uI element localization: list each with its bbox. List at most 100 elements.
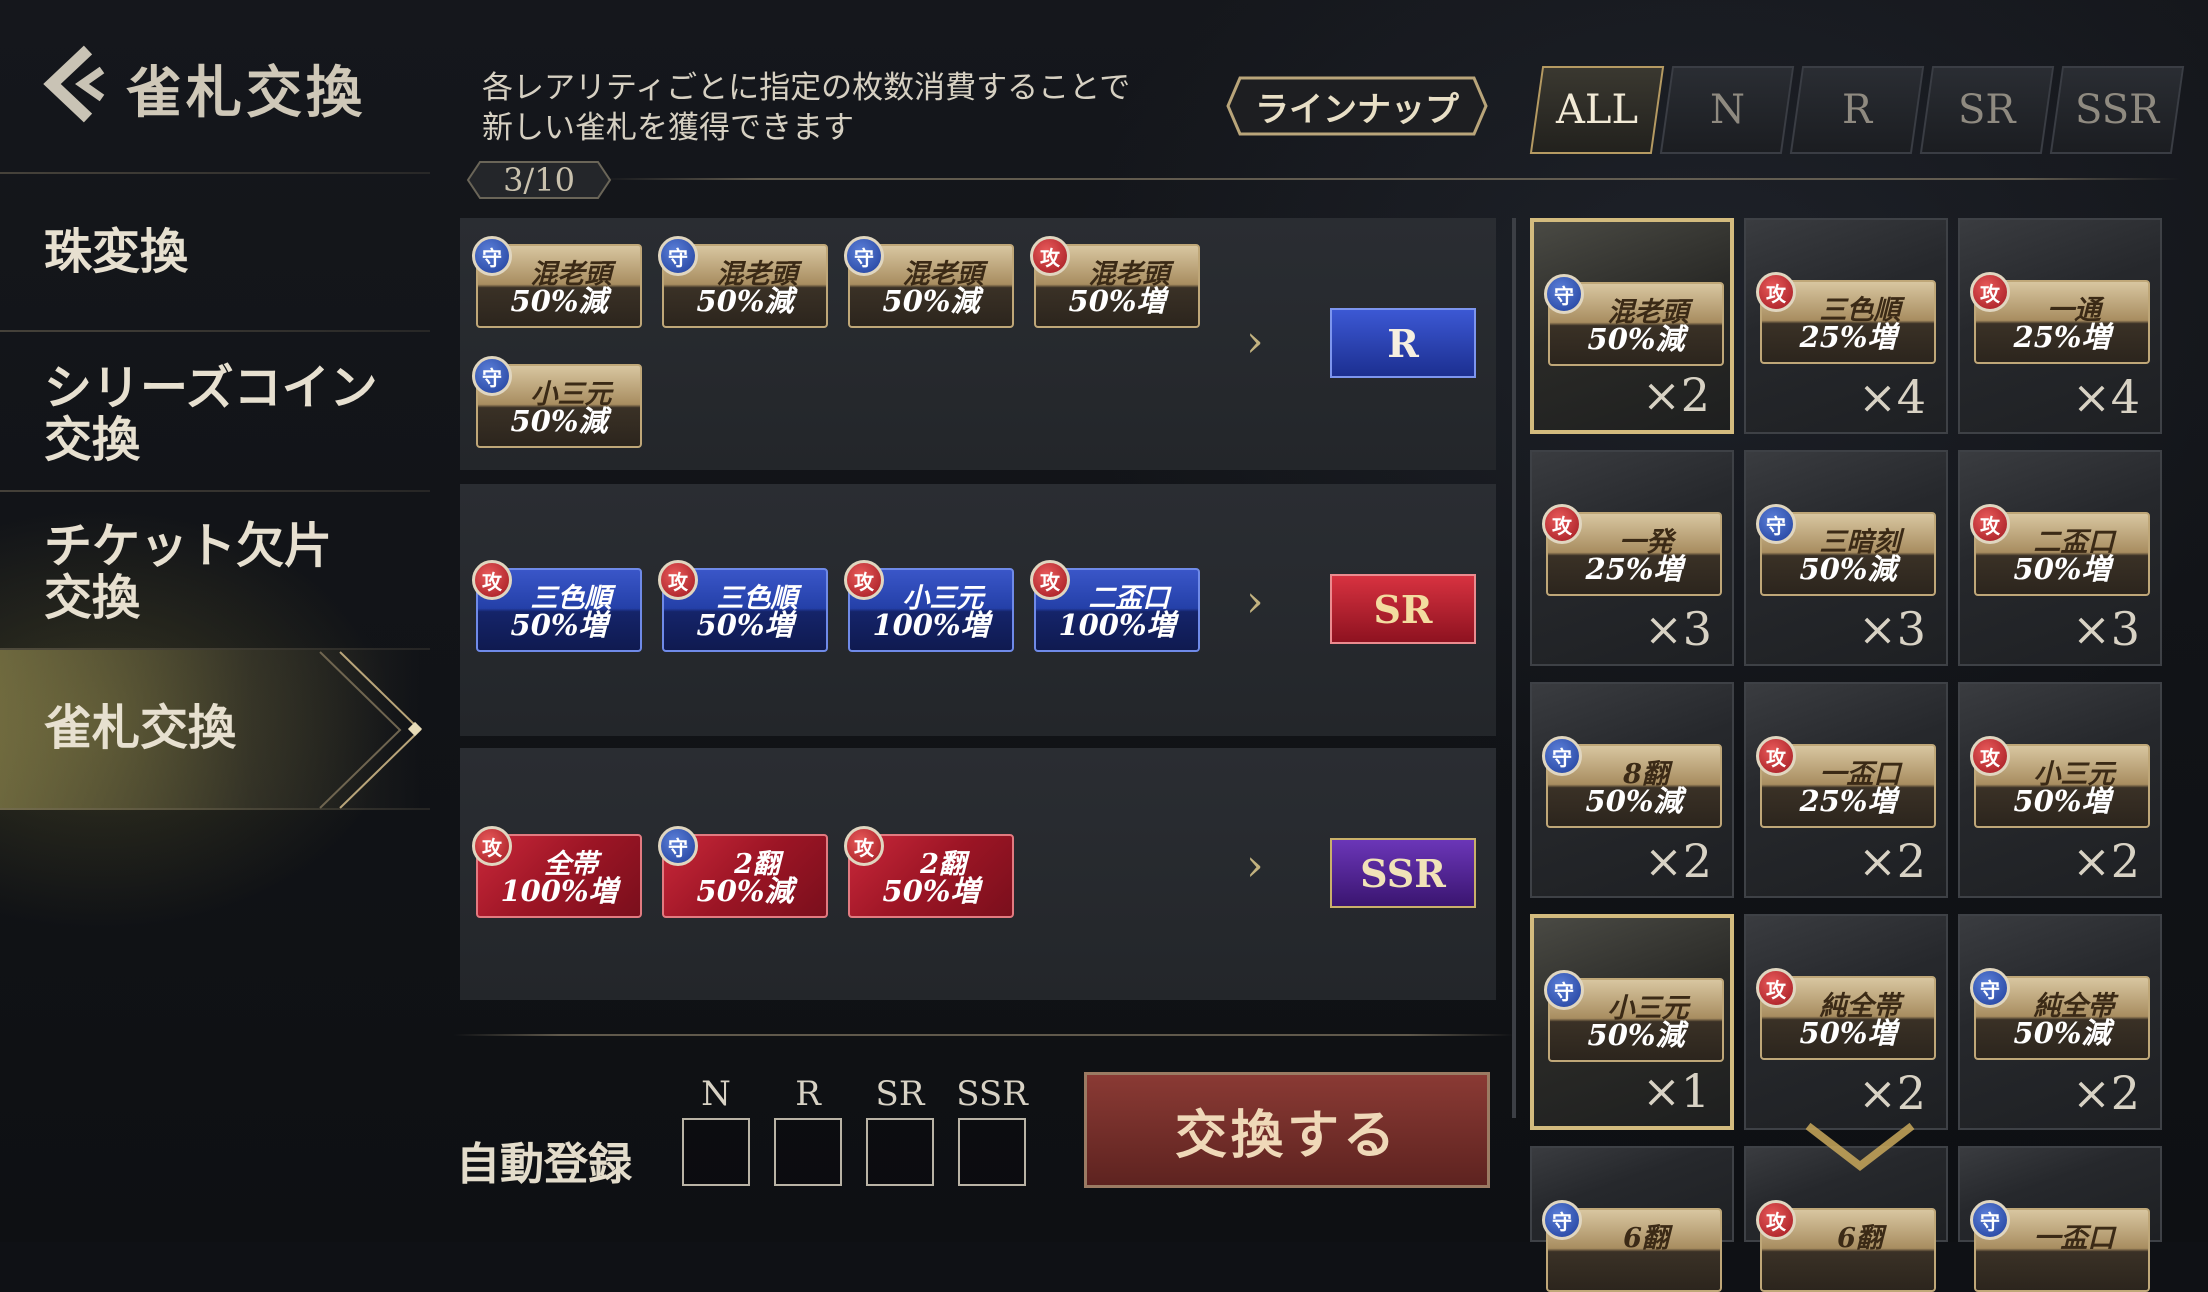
card-chip: 守純全帯 50%減 — [1970, 968, 2150, 1060]
sidebar-item-label: チケット欠片 交換 — [44, 518, 333, 626]
inventory-card[interactable]: 守三暗刻 50%減 ×3 — [1744, 450, 1948, 666]
card-chip: 攻 6翻 — [1756, 1200, 1936, 1292]
exchange-button[interactable]: 交換する — [1084, 1072, 1490, 1188]
back-arrow-icon[interactable] — [40, 44, 110, 124]
card-count: ×4 — [1858, 370, 1926, 424]
inventory-card[interactable]: 守純全帯 50%減 ×2 — [1958, 914, 2162, 1130]
reward-rarity-sr: SR — [1330, 574, 1476, 644]
card-count: ×2 — [1644, 834, 1712, 888]
active-item-ornament — [319, 651, 423, 809]
card-chip: 攻二盃口 50%増 — [1970, 504, 2150, 596]
tab-all[interactable]: ALL — [1529, 66, 1665, 154]
sidebar-divider — [0, 330, 430, 332]
inventory-card[interactable]: 攻一通 25%増 ×4 — [1958, 218, 2162, 434]
scroll-down-chevron-icon[interactable] — [1800, 1118, 1920, 1178]
material-card: 攻全帯 100%増 — [472, 826, 642, 918]
sidebar-item-ticket-fragment-exchange[interactable]: チケット欠片 交換 — [0, 520, 430, 624]
card-count: ×3 — [1858, 602, 1926, 656]
inventory-card[interactable]: 攻純全帯 50%増 ×2 — [1744, 914, 1948, 1130]
card-chip: 攻一発 25%増 — [1542, 504, 1722, 596]
tab-r[interactable]: R — [1789, 66, 1925, 154]
exchange-row-r[interactable]: 守混老頭 50%減 守混老頭 50%減 守混老頭 50%減 攻混老頭 50%増 守小三元… — [460, 218, 1496, 470]
chevron-right-icon: › — [1246, 316, 1264, 367]
card-effect: 100%増 — [872, 608, 990, 642]
inventory-card[interactable]: 攻小三元 50%増 ×2 — [1958, 682, 2162, 898]
inventory-card[interactable]: 攻三色順 25%増 ×4 — [1744, 218, 1948, 434]
chevron-right-icon: › — [1246, 576, 1264, 627]
tab-n[interactable]: N — [1659, 66, 1795, 154]
card-effect: 50%減 — [696, 874, 794, 908]
card-chip: 守小三元 50%減 — [1544, 970, 1724, 1062]
card-chip: 攻純全帯 50%増 — [1756, 968, 1936, 1060]
material-card: 攻 2翻 50%増 — [844, 826, 1014, 918]
sidebar-divider — [0, 490, 430, 492]
bottom-divider — [454, 1034, 1514, 1036]
card-effect: 50%減 — [1587, 1018, 1685, 1052]
auto-register-r-label: R — [795, 1074, 821, 1114]
sidebar-item-orb-exchange[interactable]: 珠変換 — [0, 226, 430, 278]
material-card: 守混老頭 50%減 — [472, 236, 642, 328]
auto-register-sr-label: SR — [875, 1074, 925, 1114]
card-effect: 50%増 — [1068, 284, 1166, 318]
inventory-card[interactable]: 攻一発 25%増 ×3 — [1530, 450, 1734, 666]
material-card: 攻二盃口 100%増 — [1030, 560, 1200, 652]
card-effect: 50%減 — [1799, 552, 1897, 586]
card-effect: 50%減 — [1585, 784, 1683, 818]
auto-register-n-checkbox[interactable] — [682, 1118, 750, 1186]
auto-register-ssr-checkbox[interactable] — [958, 1118, 1026, 1186]
tab-n-label: N — [1709, 87, 1745, 133]
card-name: 一盃口 — [2033, 1223, 2115, 1254]
sidebar-item-label: 雀札交換 — [44, 700, 237, 756]
card-count: ×1 — [1642, 1064, 1710, 1118]
description: 各レアリティごとに指定の枚数消費することで 新しい雀札を獲得できます — [482, 68, 1130, 148]
auto-register-label: 自動登録 — [456, 1139, 632, 1190]
scrollbar[interactable] — [1512, 218, 1516, 1118]
card-count: ×2 — [2072, 1066, 2140, 1120]
page-indicator: 3/10 — [466, 160, 612, 200]
auto-register-sr-checkbox[interactable] — [866, 1118, 934, 1186]
reward-rarity-ssr: SSR — [1330, 838, 1476, 908]
card-effect: 25%増 — [2013, 320, 2111, 354]
inventory-card[interactable]: 守 6翻 — [1530, 1146, 1734, 1292]
tab-sr-label: SR — [1958, 87, 2016, 133]
material-card: 攻混老頭 50%増 — [1030, 236, 1200, 328]
exchange-row-ssr[interactable]: 攻全帯 100%増 守 2翻 50%減 攻 2翻 50%増 › SSR — [460, 748, 1496, 1000]
card-effect: 100%増 — [1058, 608, 1176, 642]
card-chip: 攻三色順 25%増 — [1756, 272, 1936, 364]
material-card: 攻三色順 50%増 — [472, 560, 642, 652]
lineup-button[interactable]: ラインナップ — [1226, 76, 1488, 136]
card-chip: 守 6翻 — [1542, 1200, 1722, 1292]
exchange-row-sr[interactable]: 攻三色順 50%増 攻三色順 50%増 攻小三元 100%増 攻二盃口 100%増 › … — [460, 484, 1496, 736]
card-count: ×2 — [2072, 834, 2140, 888]
material-card: 守 2翻 50%減 — [658, 826, 828, 918]
card-effect: 50%増 — [2013, 552, 2111, 586]
card-effect: 50%増 — [696, 608, 794, 642]
card-count: ×2 — [1858, 834, 1926, 888]
tab-sr[interactable]: SR — [1919, 66, 2055, 154]
sidebar-divider — [0, 808, 430, 810]
card-effect: 50%減 — [510, 404, 608, 438]
inventory-card[interactable]: 攻一盃口 25%増 ×2 — [1744, 682, 1948, 898]
tab-all-label: ALL — [1555, 87, 1638, 133]
inventory-card[interactable]: 守小三元 50%減 ×1 — [1530, 914, 1734, 1130]
card-count: ×3 — [2072, 602, 2140, 656]
inventory-card[interactable]: 守混老頭 50%減 ×2 — [1530, 218, 1734, 434]
inventory-card[interactable]: 守一盃口 — [1958, 1146, 2162, 1292]
card-effect: 25%増 — [1799, 784, 1897, 818]
sidebar-item-series-coin-exchange[interactable]: シリーズコイン 交換 — [0, 362, 430, 466]
material-card: 攻小三元 100%増 — [844, 560, 1014, 652]
description-line-2: 新しい雀札を獲得できます — [482, 110, 854, 146]
tab-ssr[interactable]: SSR — [2049, 66, 2185, 154]
page-indicator-text: 3/10 — [503, 161, 575, 199]
inventory-card[interactable]: 攻二盃口 50%増 ×3 — [1958, 450, 2162, 666]
card-chip: 守混老頭 50%減 — [1544, 274, 1724, 366]
inventory-card[interactable]: 守 8翻 50%減 ×2 — [1530, 682, 1734, 898]
auto-register-r-checkbox[interactable] — [774, 1118, 842, 1186]
material-card: 守混老頭 50%減 — [844, 236, 1014, 328]
tab-ssr-label: SSR — [2074, 87, 2160, 133]
card-name: 6翻 — [1837, 1223, 1883, 1254]
material-card: 攻三色順 50%増 — [658, 560, 828, 652]
sidebar-divider — [0, 172, 430, 174]
card-chip: 守三暗刻 50%減 — [1756, 504, 1936, 596]
card-effect: 25%増 — [1799, 320, 1897, 354]
